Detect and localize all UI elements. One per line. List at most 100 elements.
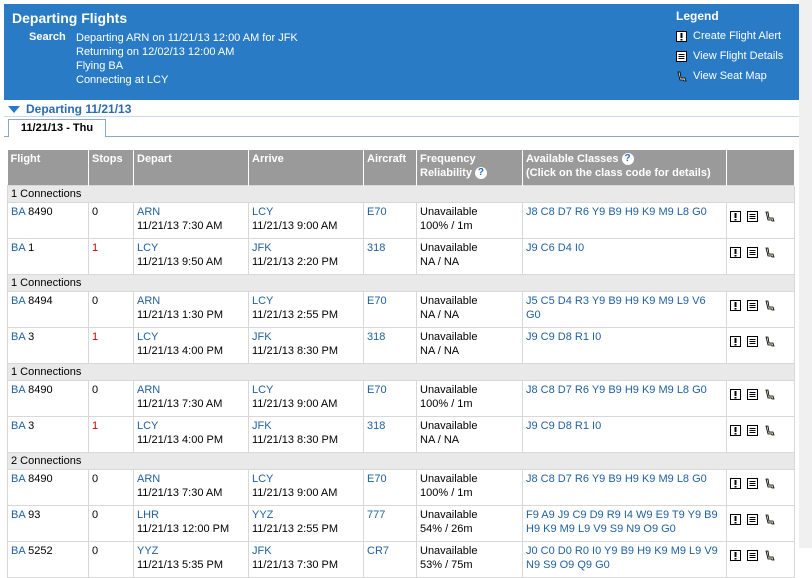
alert-icon[interactable] — [730, 549, 741, 561]
class-codes-link[interactable]: F9 A9 J9 C9 D9 R9 I4 W9 E9 T9 Y9 B9 H9 K… — [526, 509, 718, 535]
class-codes-link[interactable]: J8 C8 D7 R6 Y9 B9 H9 K9 M9 L8 G0 — [526, 473, 707, 485]
airline-link[interactable]: BA — [11, 545, 25, 557]
aircraft-link[interactable]: E70 — [367, 473, 387, 485]
seat-icon[interactable] — [764, 389, 775, 400]
frequency-reliability: NA / NA — [420, 345, 460, 357]
class-codes-link[interactable]: J9 C6 D4 I0 — [526, 242, 584, 254]
aircraft-link[interactable]: CR7 — [367, 545, 389, 557]
depart-airport-link[interactable]: ARN — [137, 384, 160, 396]
depart-time: 11/21/13 4:00 PM — [137, 434, 224, 446]
arrive-cell: JFK 11/21/13 2:20 PM — [248, 238, 364, 275]
frequency-cell: Unavailable NA / NA — [416, 291, 523, 328]
arrive-time: 11/21/13 2:55 PM — [252, 309, 339, 321]
arrive-airport-link[interactable]: JFK — [252, 545, 272, 557]
class-codes-link[interactable]: J8 C8 D7 R6 Y9 B9 H9 K9 M9 L8 G0 — [526, 384, 707, 396]
seat-icon[interactable] — [764, 514, 775, 525]
details-icon[interactable] — [747, 513, 758, 525]
arrive-airport-link[interactable]: JFK — [252, 420, 272, 432]
legend-create-alert[interactable]: Create Flight Alert — [676, 26, 783, 46]
arrive-cell: JFK 11/21/13 7:30 PM — [248, 541, 364, 578]
help-icon[interactable]: ? — [474, 167, 487, 180]
alert-icon[interactable] — [730, 210, 741, 222]
seat-icon[interactable] — [764, 425, 775, 436]
aircraft-cell: E70 — [363, 380, 417, 417]
airline-link[interactable]: BA — [11, 242, 25, 254]
depart-airport-link[interactable]: YYZ — [137, 545, 158, 557]
details-icon[interactable] — [747, 210, 758, 222]
legend: Legend Create Flight Alert View Flight D… — [676, 9, 783, 86]
class-codes-link[interactable]: J8 C8 D7 R6 Y9 B9 H9 K9 M9 L8 G0 — [526, 206, 707, 218]
alert-icon[interactable] — [730, 299, 741, 311]
details-icon[interactable] — [747, 299, 758, 311]
aircraft-link[interactable]: E70 — [367, 206, 387, 218]
aircraft-link[interactable]: 318 — [367, 242, 385, 254]
aircraft-link[interactable]: E70 — [367, 384, 387, 396]
arrive-airport-link[interactable]: YYZ — [252, 509, 273, 521]
arrive-airport-link[interactable]: LCY — [252, 473, 273, 485]
alert-icon[interactable] — [730, 424, 741, 436]
scrollbar[interactable] — [799, 0, 812, 548]
details-icon[interactable] — [747, 388, 758, 400]
frequency-status: Unavailable — [420, 295, 478, 307]
aircraft-link[interactable]: E70 — [367, 295, 387, 307]
airline-link[interactable]: BA — [11, 295, 25, 307]
alert-icon[interactable] — [730, 513, 741, 525]
seat-icon[interactable] — [764, 336, 775, 347]
depart-cell: ARN 11/21/13 7:30 AM — [133, 380, 249, 417]
airline-link[interactable]: BA — [11, 420, 25, 432]
depart-airport-link[interactable]: ARN — [137, 206, 160, 218]
help-icon[interactable]: ? — [621, 153, 634, 166]
tab-date[interactable]: 11/21/13 - Thu — [8, 119, 106, 137]
aircraft-link[interactable]: 318 — [367, 331, 385, 343]
seat-icon[interactable] — [764, 550, 775, 561]
depart-airport-link[interactable]: ARN — [137, 473, 160, 485]
class-codes-link[interactable]: J0 C0 D0 R0 I0 Y9 B9 H9 K9 M9 L9 V9 N9 S… — [526, 545, 718, 571]
alert-icon[interactable] — [730, 246, 741, 258]
depart-airport-link[interactable]: ARN — [137, 295, 160, 307]
connection-label: 1 Connections — [7, 274, 795, 292]
airline-link[interactable]: BA — [11, 384, 25, 396]
class-codes-link[interactable]: J9 C9 D8 R1 I0 — [526, 420, 601, 432]
legend-view-seat-map[interactable]: View Seat Map — [676, 66, 783, 86]
departing-section-toggle[interactable]: Departing 11/21/13 — [8, 102, 131, 116]
depart-airport-link[interactable]: LHR — [137, 509, 159, 521]
flight-cell: BA 5252 — [7, 541, 89, 578]
actions-cell — [726, 291, 795, 328]
seat-icon[interactable] — [764, 247, 775, 258]
airline-link[interactable]: BA — [11, 473, 25, 485]
class-codes-link[interactable]: J5 C5 D4 R3 Y9 B9 H9 K9 M9 L9 V6 G0 — [526, 295, 706, 321]
seat-icon[interactable] — [764, 478, 775, 489]
details-icon[interactable] — [747, 335, 758, 347]
stops-cell: 0 — [88, 505, 134, 542]
actions-cell — [726, 202, 795, 239]
arrive-airport-link[interactable]: JFK — [252, 331, 272, 343]
frequency-reliability: 54% / 26m — [420, 523, 473, 535]
details-icon[interactable] — [747, 246, 758, 258]
legend-view-details[interactable]: View Flight Details — [676, 46, 783, 66]
details-icon[interactable] — [747, 549, 758, 561]
aircraft-link[interactable]: 318 — [367, 420, 385, 432]
airline-link[interactable]: BA — [11, 331, 25, 343]
arrive-airport-link[interactable]: JFK — [252, 242, 272, 254]
seat-icon[interactable] — [764, 211, 775, 222]
depart-airport-link[interactable]: LCY — [137, 331, 158, 343]
alert-icon[interactable] — [730, 388, 741, 400]
frequency-reliability: 100% / 1m — [420, 398, 473, 410]
arrive-airport-link[interactable]: LCY — [252, 206, 273, 218]
depart-airport-link[interactable]: LCY — [137, 420, 158, 432]
class-codes-link[interactable]: J9 C9 D8 R1 I0 — [526, 331, 601, 343]
arrive-airport-link[interactable]: LCY — [252, 384, 273, 396]
details-icon[interactable] — [747, 477, 758, 489]
details-icon[interactable] — [747, 424, 758, 436]
alert-icon[interactable] — [730, 477, 741, 489]
arrive-airport-link[interactable]: LCY — [252, 295, 273, 307]
aircraft-link[interactable]: 777 — [367, 509, 385, 521]
col-aircraft: Aircraft — [363, 150, 417, 186]
aircraft-cell: 318 — [363, 416, 417, 453]
alert-icon[interactable] — [730, 335, 741, 347]
airline-link[interactable]: BA — [11, 206, 25, 218]
frequency-cell: Unavailable NA / NA — [416, 416, 523, 453]
depart-airport-link[interactable]: LCY — [137, 242, 158, 254]
seat-icon[interactable] — [764, 300, 775, 311]
airline-link[interactable]: BA — [11, 509, 25, 521]
